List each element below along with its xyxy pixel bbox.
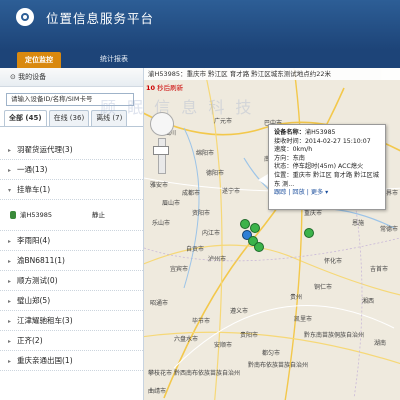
tab-location-monitor[interactable]: 定位监控 (17, 52, 61, 68)
popup-device-row: 设备名称：渝H53985 (274, 129, 336, 136)
city-label: 内江市 (202, 230, 221, 237)
track-link[interactable]: 跟踪 (274, 189, 286, 196)
city-label: 成都市 (182, 190, 201, 197)
expand-arrow-icon[interactable]: ▸ (8, 292, 17, 311)
city-label: 常德市 (380, 226, 399, 233)
city-label: 恩施 (352, 220, 365, 227)
expand-arrow-icon[interactable]: ▸ (8, 161, 17, 180)
expand-arrow-icon[interactable]: ▸ (8, 352, 17, 371)
city-label: 都匀市 (262, 350, 281, 357)
popup-speed-row: 速度：0km/h (274, 146, 313, 154)
collapse-chevron-icon: ⊙ (10, 73, 19, 81)
watermark-text: 顾 眠 信 息 科 技 (100, 98, 255, 117)
group-item[interactable]: ▸ 顺方测试(0) (0, 271, 143, 291)
group-item[interactable]: ▸ 羽翟货运代理(3) (0, 140, 143, 160)
city-label: 遂宁市 (222, 188, 241, 195)
popup-time-row: 接收时间：2014-02-27 15:10:07 (274, 137, 371, 145)
city-label: 遵义市 (230, 308, 249, 315)
zoom-slider-knob[interactable] (153, 146, 169, 155)
map-address-bar: 渝H53985：重庆市 黔江区 育才路 黔江区城东测试地点约22米 (144, 68, 400, 80)
group-item[interactable]: ▸ 正齐(2) (0, 331, 143, 351)
globe-logo-icon (16, 8, 34, 26)
expand-arrow-icon[interactable]: ▸ (8, 141, 17, 160)
city-label: 攀枝花市 (148, 370, 173, 377)
city-label: 乐山市 (152, 220, 171, 227)
expand-arrow-icon[interactable]: ▸ (8, 332, 17, 351)
tab-statistics-report[interactable]: 统计报表 (92, 53, 136, 66)
city-label: 黔东南苗族侗族自治州 (304, 332, 365, 339)
vehicle-icon (10, 211, 16, 219)
vehicle-row[interactable]: 渝H53985 静止 (0, 200, 143, 231)
vehicle-marker[interactable] (240, 219, 250, 229)
city-label: 六盘水市 (174, 336, 199, 343)
city-label: 昭通市 (150, 300, 169, 307)
city-label: 宜宾市 (170, 266, 189, 273)
city-label: 吉首市 (370, 266, 389, 273)
group-item[interactable]: ▾ 挂靠车(1) (0, 180, 143, 200)
map-zoom-control (150, 112, 174, 174)
tab-all-devices[interactable]: 全部 (45) (4, 110, 47, 126)
app-title: 位置信息服务平台 (46, 11, 155, 26)
city-label: 湖南 (374, 340, 387, 347)
city-label: 泸州市 (208, 256, 227, 263)
app-header: 位置信息服务平台 (0, 0, 400, 50)
city-label: 怀化市 (324, 258, 343, 265)
group-item[interactable]: ▸ 李雨阳(4) (0, 231, 143, 251)
city-label: 自贡市 (186, 246, 205, 253)
group-item[interactable]: ▸ 江津耀驰租车(3) (0, 311, 143, 331)
group-item[interactable]: ▸ 一通(13) (0, 160, 143, 180)
replay-link[interactable]: 回放 (292, 189, 304, 196)
city-label: 绵阳市 (196, 150, 215, 157)
vehicle-marker[interactable] (304, 228, 314, 238)
expand-arrow-icon[interactable]: ▸ (8, 272, 17, 291)
expand-arrow-icon[interactable]: ▸ (8, 232, 17, 251)
more-link[interactable]: 更多 ▾ (311, 189, 328, 196)
city-label: 铜仁市 (314, 284, 333, 291)
city-label: 眉山市 (162, 200, 181, 207)
city-label: 湘西 (362, 298, 375, 305)
vehicle-marker[interactable] (254, 242, 264, 252)
city-label: 曲靖市 (148, 388, 167, 395)
refresh-countdown: 10 秒后刷新 (146, 84, 184, 92)
city-label: 凯里市 (294, 316, 313, 323)
popup-links: 跟踪 | 回放 | 更多 ▾ (274, 189, 329, 197)
tab-online-devices[interactable]: 在线 (36) (48, 110, 90, 126)
device-group-list: ▸ 羽翟货运代理(3) ▸ 一通(13) ▾ 挂靠车(1) 渝H53985 静止 ▸ 李… (0, 140, 143, 371)
pan-control-icon[interactable] (150, 112, 174, 136)
popup-location-row: 位置：重庆市 黔江区 育才路 黔江区城东 测... (274, 171, 379, 188)
city-label: 黔西南布依族苗族自治州 (174, 370, 241, 377)
city-label: 德阳市 (206, 170, 225, 177)
group-item[interactable]: ▸ 渝BN6811(1) (0, 251, 143, 271)
city-label: 毕节市 (192, 318, 211, 325)
collapse-arrow-icon[interactable]: ▾ (8, 181, 17, 200)
vehicle-info-popup: 设备名称：渝H53985 接收时间：2014-02-27 15:10:07 速度… (268, 124, 386, 210)
popup-state-row: 状态：停车超时(45m) ACC熄火 (274, 163, 364, 171)
vehicle-marker[interactable] (250, 223, 260, 233)
popup-pointer (258, 174, 268, 186)
sidebar-heading[interactable]: ⊙ 我的设备 (0, 68, 143, 87)
group-item[interactable]: ▸ 璧山郑(5) (0, 291, 143, 311)
city-label: 安顺市 (214, 342, 233, 349)
group-item[interactable]: ▸ 重庆亲通出国(1) (0, 351, 143, 371)
vehicle-plate: 渝H53985 (20, 211, 53, 219)
expand-arrow-icon[interactable]: ▸ (8, 312, 17, 331)
zoom-slider-track[interactable] (158, 138, 166, 174)
city-label: 贵州 (290, 294, 303, 301)
city-label: 黔南布依族苗族自治州 (248, 362, 309, 369)
expand-arrow-icon[interactable]: ▸ (8, 252, 17, 271)
city-label: 资阳市 (192, 210, 211, 217)
city-label: 雅安市 (150, 182, 169, 189)
city-label: 贵阳市 (240, 332, 259, 339)
vehicle-status: 静止 (92, 211, 105, 219)
